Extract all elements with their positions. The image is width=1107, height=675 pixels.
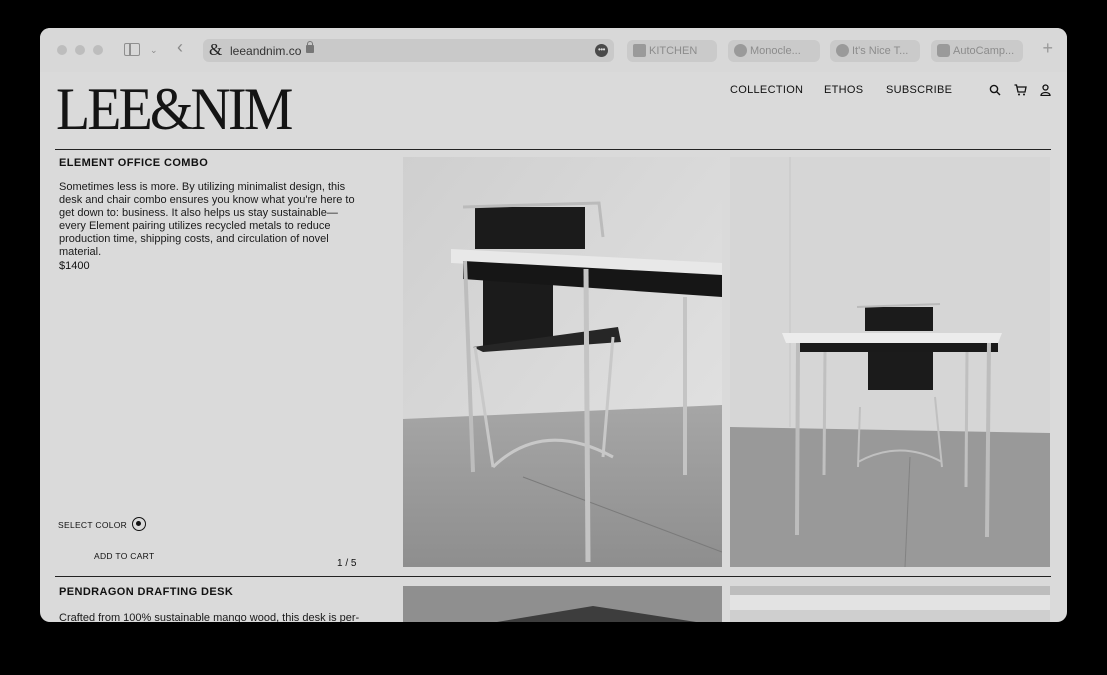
nav-subscribe[interactable]: SUBSCRIBE [886,84,952,96]
tab-favicon [633,44,646,57]
tab-its-nice-that[interactable]: It's Nice T... [830,40,920,62]
plus-icon[interactable]: + [1042,38,1053,59]
product-title: PENDRAGON DRAFTING DESK [59,586,234,598]
close-window-button[interactable] [57,45,67,55]
tab-label: Monocle... [750,45,801,57]
user-icon[interactable] [1040,84,1051,96]
product-divider [55,576,1051,577]
product-description: Crafted from 100% sustainable mango wood… [59,612,360,622]
color-swatch-black[interactable] [132,517,146,531]
product-image[interactable] [730,586,1050,622]
drafting-desk-image [403,586,722,622]
nav-ethos[interactable]: ETHOS [824,84,863,96]
tab-favicon [836,44,849,57]
tab-kitchen[interactable]: KITCHEN [627,40,717,62]
site-favicon: & [209,40,223,59]
browser-window: ⌄ ‹ & leeandnim.co ••• KITCHEN Monocle..… [40,28,1067,622]
nav-collection[interactable]: COLLECTION [730,84,803,96]
desk-chair-closeup-image [403,157,722,567]
chevron-left-icon[interactable]: ‹ [177,38,183,56]
header-divider [55,149,1051,150]
product-price: $1400 [59,260,90,272]
select-color-label: SELECT COLOR [58,520,128,530]
product-image[interactable] [403,157,722,567]
product-title: ELEMENT OFFICE COMBO [59,157,209,169]
tab-favicon [937,44,950,57]
tab-label: It's Nice T... [852,45,909,57]
chevron-down-icon[interactable]: ⌄ [150,43,158,57]
minimize-window-button[interactable] [75,45,85,55]
more-icon[interactable]: ••• [595,44,608,57]
tab-favicon [734,44,747,57]
sidebar-icon[interactable] [124,43,140,56]
tab-label: KITCHEN [649,45,698,57]
zoom-window-button[interactable] [93,45,103,55]
image-pager: 1 / 5 [337,558,357,569]
product-image[interactable] [403,586,722,622]
drafting-desk-detail-image [730,586,1050,622]
lock-icon [306,41,314,53]
product-description: Sometimes less is more. By utilizing min… [59,181,355,258]
tab-autocamp[interactable]: AutoCamp... [931,40,1023,62]
tab-monocle[interactable]: Monocle... [728,40,820,62]
url-text: leeandnim.co [230,44,302,58]
address-bar[interactable]: & leeandnim.co ••• [203,39,614,62]
add-to-cart-button[interactable]: ADD TO CART [94,551,154,561]
desk-chair-wide-image [730,157,1050,567]
tab-label: AutoCamp... [953,45,1015,57]
product-image[interactable] [730,157,1050,567]
browser-toolbar: ⌄ ‹ & leeandnim.co ••• KITCHEN Monocle..… [40,28,1067,72]
search-icon[interactable] [989,84,1001,96]
site-logo[interactable]: LEE&NIM [56,76,293,142]
cart-icon[interactable] [1014,84,1027,96]
